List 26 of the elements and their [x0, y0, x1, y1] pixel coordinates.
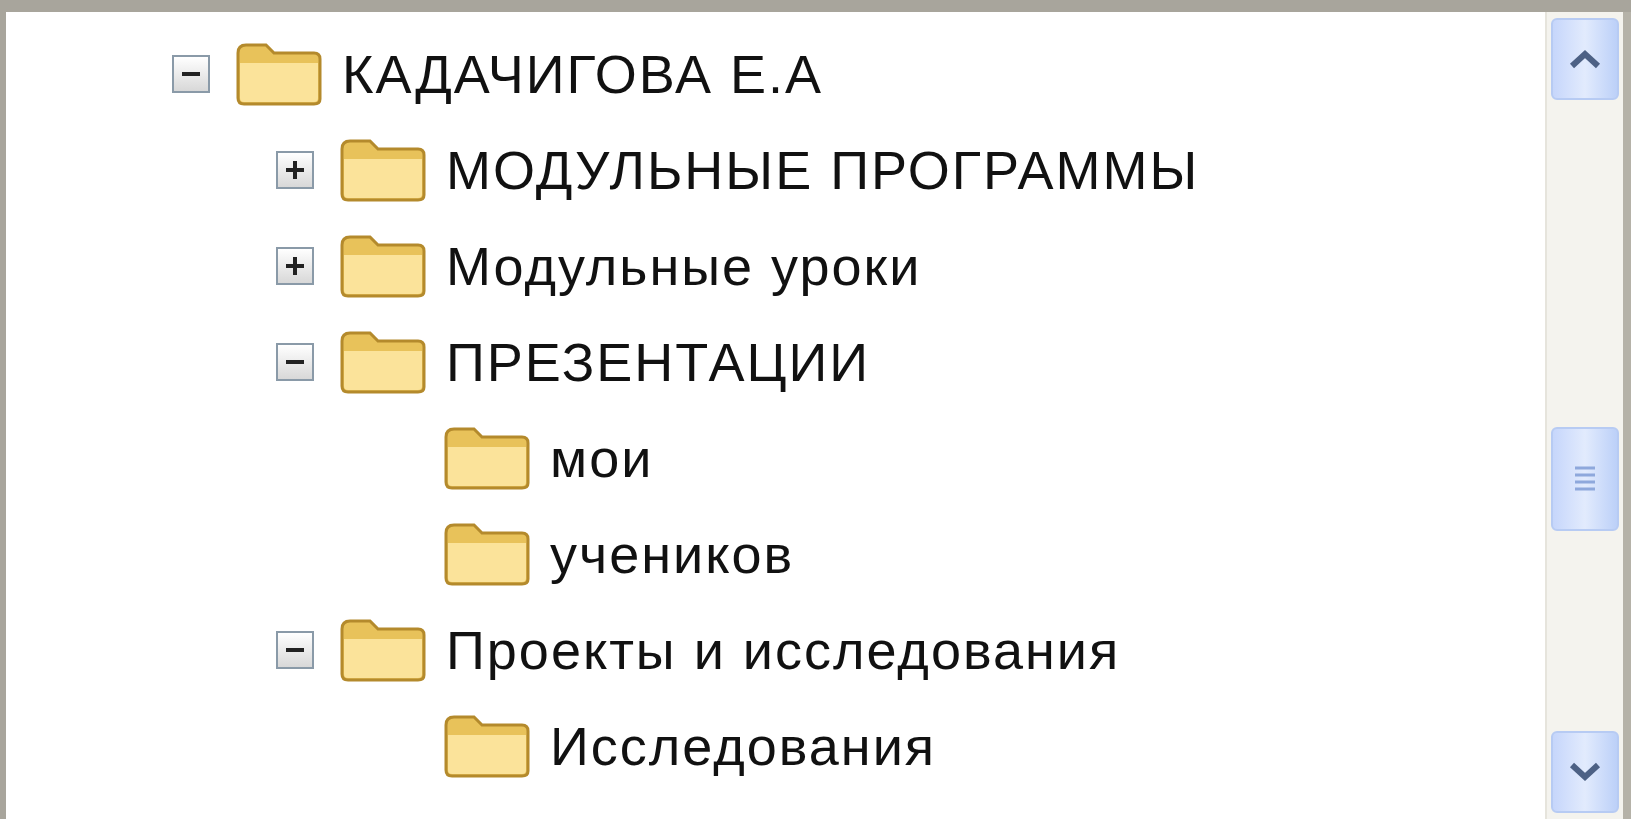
chevron-down-icon [1568, 762, 1602, 782]
folder-icon [338, 233, 428, 299]
tree-item[interactable]: мои [550, 431, 654, 485]
collapse-toggle[interactable] [276, 631, 314, 669]
chevron-up-icon [1568, 49, 1602, 69]
minus-icon [286, 360, 304, 364]
scrollbar[interactable] [1545, 12, 1631, 819]
plus-icon [286, 257, 304, 275]
plus-icon [286, 161, 304, 179]
scroll-up-button[interactable] [1551, 18, 1619, 100]
collapse-toggle[interactable] [172, 55, 210, 93]
minus-icon [182, 72, 200, 76]
expand-toggle[interactable] [276, 247, 314, 285]
grip-icon [1573, 464, 1597, 494]
scroll-down-button[interactable] [1551, 731, 1619, 813]
folder-icon [442, 425, 532, 491]
folder-icon [338, 329, 428, 395]
scroll-thumb[interactable] [1551, 427, 1619, 531]
folder-icon [234, 41, 324, 107]
folder-icon [338, 617, 428, 683]
folder-icon [442, 521, 532, 587]
folder-icon [442, 713, 532, 779]
expand-toggle[interactable] [276, 151, 314, 189]
minus-icon [286, 648, 304, 652]
collapse-toggle[interactable] [276, 343, 314, 381]
folder-icon [338, 137, 428, 203]
